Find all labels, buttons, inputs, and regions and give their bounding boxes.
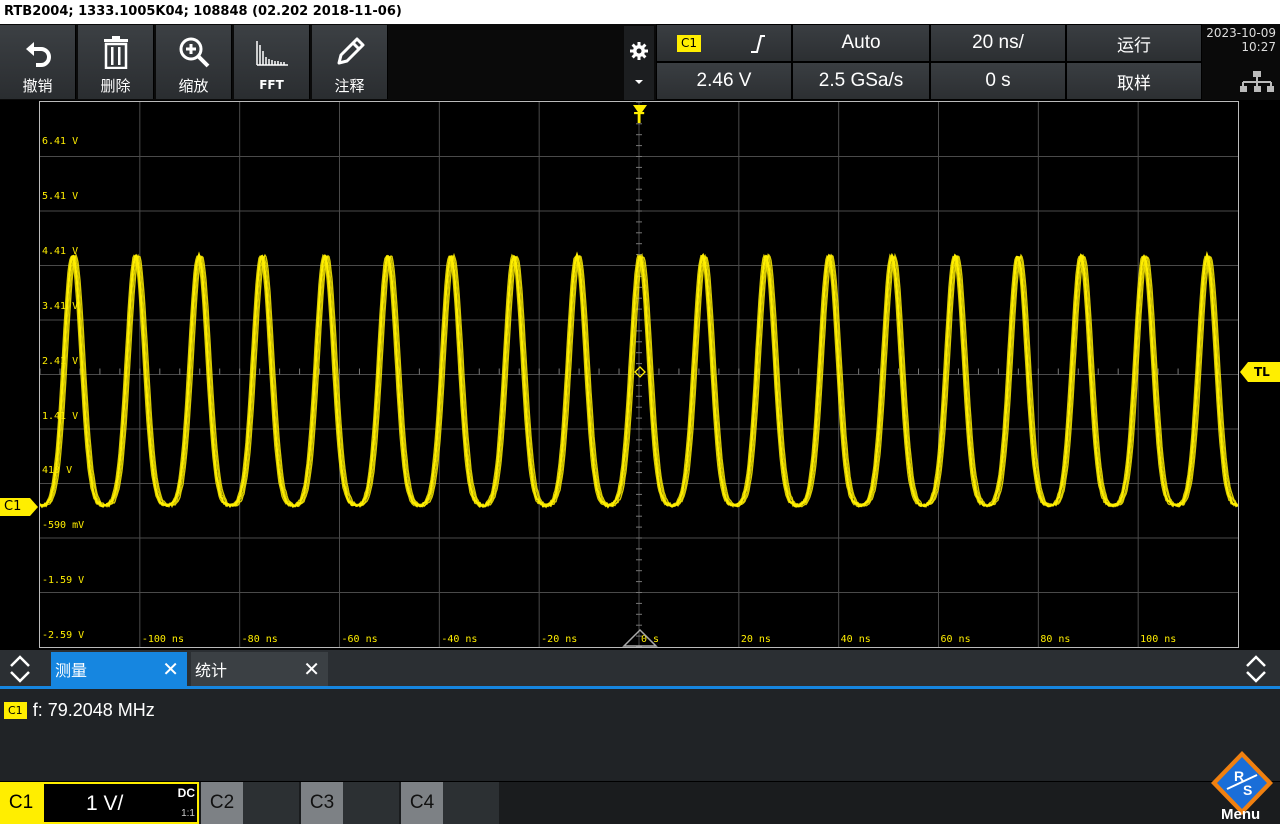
trigger-mode-value: Auto [841, 32, 881, 53]
sample-rate-value: 2.5 GSa/s [818, 70, 904, 91]
tab-measure-label: 测量 [55, 661, 88, 680]
channel1-probe-ratio: 1:1 [181, 808, 195, 819]
trigger-mode-cell[interactable]: Auto [792, 24, 930, 62]
waveform-canvas: 6.41 V 5.41 V 4.41 V 3.41 V 2.41 V 1.41 V 410 … [40, 102, 1238, 647]
x-axis-label: -80 ns [242, 634, 278, 645]
close-icon[interactable]: ✕ [162, 657, 179, 681]
x-axis-label: -60 ns [342, 634, 378, 645]
scroll-updown-right[interactable] [1244, 654, 1268, 684]
run-state-label: 运行 [1117, 35, 1151, 55]
fft-spectrum-icon [251, 31, 293, 73]
channel1-button[interactable]: C1 [0, 782, 42, 824]
settings-button[interactable] [624, 26, 654, 100]
waveform-display[interactable]: 6.41 V 5.41 V 4.41 V 3.41 V 2.41 V 1.41 V 410 … [39, 101, 1239, 648]
measurement-panel [0, 689, 1280, 781]
annotate-button[interactable]: 注释 [312, 25, 388, 99]
channel1-scale: 1 V/ [86, 792, 124, 815]
updown-arrows-icon [10, 655, 30, 683]
network-icon [1240, 71, 1274, 92]
sample-rate-cell[interactable]: 2.5 GSa/s [792, 62, 930, 100]
x-axis-label: 80 ns [1040, 634, 1070, 645]
timebase-value: 20 ns/ [972, 32, 1024, 53]
undo-icon [17, 31, 59, 73]
trash-icon [95, 31, 137, 73]
annotate-label: 注释 [334, 77, 365, 95]
x-axis-label: -40 ns [441, 634, 477, 645]
measurement-value: f: 79.2048 MHz [32, 700, 155, 720]
gear-icon [630, 42, 648, 60]
channel1-label: C1 [8, 792, 34, 813]
caret-down-icon [635, 80, 643, 84]
time-offset-cell[interactable]: 0 s [930, 62, 1066, 100]
trigger-marker-label: T [634, 109, 645, 127]
y-axis-label: 410 V [42, 465, 72, 476]
y-axis-label: 4.41 V [42, 246, 78, 257]
channel1-coupling: DC [177, 786, 195, 800]
tab-stats[interactable]: 统计 ✕ [191, 652, 328, 686]
trigger-source-cell[interactable]: C1 [656, 24, 792, 62]
x-axis-label: 20 ns [741, 634, 771, 645]
delete-label: 删除 [100, 77, 131, 95]
title-bar: RTB2004; 1333.1005K04; 108848 (02.202 20… [0, 0, 1280, 24]
trigger-level-marker[interactable]: TL [1240, 362, 1280, 382]
acquire-mode-label: 取样 [1117, 73, 1151, 93]
run-stop-button[interactable]: 运行 [1066, 24, 1202, 62]
x-axis-labels: -100 ns -80 ns -60 ns -40 ns -20 ns 0 s 20 ns 4… [142, 634, 1176, 645]
acquire-mode-button[interactable]: 取样 [1066, 62, 1202, 100]
trigger-position-marker[interactable]: T [631, 100, 649, 130]
x-axis-label: -20 ns [541, 634, 577, 645]
channel1-offset-marker[interactable]: C1 [0, 498, 38, 516]
channel3-button[interactable]: C3 [301, 782, 399, 824]
datetime: 2023-10-09 10:27 [1203, 26, 1280, 98]
date-text: 2023-10-09 [1206, 26, 1276, 40]
y-axis-label: 2.41 V [42, 356, 78, 367]
x-axis-label: -100 ns [142, 634, 184, 645]
trigger-level-value: 2.46 V [696, 70, 752, 91]
x-axis-label: 100 ns [1140, 634, 1176, 645]
tab-measure[interactable]: 测量 ✕ [51, 652, 187, 686]
menu-label: Menu [1221, 806, 1261, 823]
undo-button[interactable]: 撤销 [0, 25, 76, 99]
updown-arrows-icon [1246, 655, 1266, 683]
x-axis-label: 60 ns [941, 634, 971, 645]
time-offset-value: 0 s [985, 70, 1011, 91]
time-text: 10:27 [1241, 40, 1276, 54]
y-axis-label: -1.59 V [42, 575, 84, 586]
delete-button[interactable]: 删除 [78, 25, 154, 99]
scroll-updown-left[interactable] [8, 654, 32, 684]
fft-label: FFT [259, 78, 284, 92]
measurement-channel-chip: C1 [4, 702, 27, 719]
zoom-in-icon [173, 31, 215, 73]
channel3-label: C3 [301, 782, 343, 824]
y-axis-label: -590 mV [42, 520, 84, 531]
x-axis-label: 40 ns [841, 634, 871, 645]
measurement-row[interactable]: C1 f: 79.2048 MHz [4, 700, 155, 721]
trigger-level-cell[interactable]: 2.46 V [656, 62, 792, 100]
y-axis-label: 6.41 V [42, 136, 78, 147]
menu-button[interactable]: R S Menu [1205, 745, 1280, 824]
y-axis-label: -2.59 V [42, 630, 84, 641]
channel1-marker-label: C1 [4, 499, 22, 514]
y-axis-label: 5.41 V [42, 191, 78, 202]
zoom-button[interactable]: 缩放 [156, 25, 232, 99]
timebase-cell[interactable]: 20 ns/ [930, 24, 1066, 62]
zoom-label: 缩放 [178, 77, 209, 95]
channel4-button[interactable]: C4 [401, 782, 499, 824]
trigger-point-marker [634, 366, 646, 378]
close-icon[interactable]: ✕ [303, 657, 320, 681]
trigger-level-marker-label: TL [1254, 365, 1270, 379]
fft-button[interactable]: FFT [234, 25, 310, 99]
y-axis-label: 1.41 V [42, 411, 78, 422]
channel2-label: C2 [201, 782, 243, 824]
svg-text:S: S [1243, 782, 1252, 798]
y-axis-label: 3.41 V [42, 301, 78, 312]
channel4-label: C4 [401, 782, 443, 824]
undo-label: 撤销 [22, 77, 53, 95]
pencil-icon [329, 31, 371, 73]
rising-edge-icon [751, 35, 765, 53]
tab-stats-label: 统计 [195, 661, 228, 680]
trigger-source-chip: C1 [677, 35, 702, 52]
channel2-button[interactable]: C2 [201, 782, 299, 824]
channel1-scale-box[interactable]: 1 V/ DC 1:1 [42, 782, 199, 824]
